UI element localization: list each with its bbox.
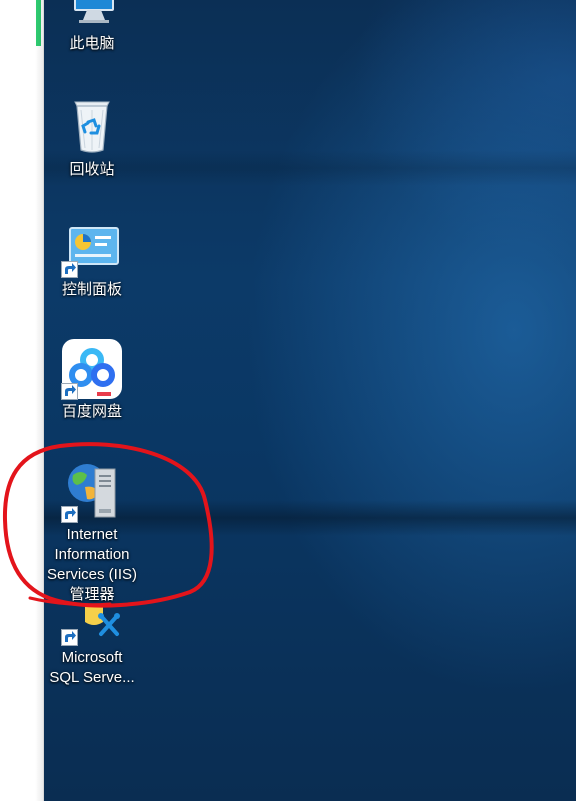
label-line: 管理器 <box>69 586 115 603</box>
shortcut-arrow-icon <box>61 629 78 646</box>
desktop-icon-label: 回收站 <box>69 161 115 178</box>
desktop-icon-this-pc[interactable]: 此电脑 <box>44 0 140 54</box>
shortcut-arrow-icon <box>61 261 78 278</box>
recycle-bin-icon <box>61 96 123 158</box>
shortcut-arrow-icon <box>61 506 78 523</box>
desktop-icon-label: Microsoft SQL Serve... <box>44 648 140 688</box>
desktop-icon-label: 此电脑 <box>69 35 115 52</box>
desktop-icon-control-panel[interactable]: 控制面板 <box>44 224 140 300</box>
shortcut-arrow-icon <box>61 383 78 400</box>
sql-server-icon <box>61 604 123 646</box>
desktop-icon-baidu-netdisk[interactable]: 百度网盘 <box>44 338 140 422</box>
desktop-icon-sql-server[interactable]: Microsoft SQL Serve... <box>44 604 140 688</box>
computer-icon <box>61 0 123 32</box>
screenshot: 此电脑 回收站 控制面板 百度网盘 Internet Information S… <box>0 0 576 801</box>
desktop-icon-label: Internet Information Services (IIS) 管理器 <box>44 525 140 605</box>
desktop-icon-iis-manager[interactable]: Internet Information Services (IIS) 管理器 <box>44 461 140 605</box>
baidu-netdisk-icon <box>61 338 123 400</box>
window-edge-shadow <box>35 0 43 801</box>
desktop-background[interactable]: 此电脑 回收站 控制面板 百度网盘 Internet Information S… <box>44 0 576 801</box>
label-line: Internet <box>66 526 118 543</box>
left-window-edge <box>0 0 44 801</box>
desktop-icon-recycle-bin[interactable]: 回收站 <box>44 96 140 180</box>
label-line: Information <box>54 546 130 563</box>
iis-manager-icon <box>61 461 123 523</box>
control-panel-icon <box>61 224 123 278</box>
desktop-icon-label: 百度网盘 <box>61 403 122 420</box>
desktop-icon-label: 控制面板 <box>61 281 122 298</box>
label-line: SQL Serve... <box>49 669 135 686</box>
label-line: Services (IIS) <box>46 566 137 583</box>
label-line: Microsoft <box>61 649 123 666</box>
